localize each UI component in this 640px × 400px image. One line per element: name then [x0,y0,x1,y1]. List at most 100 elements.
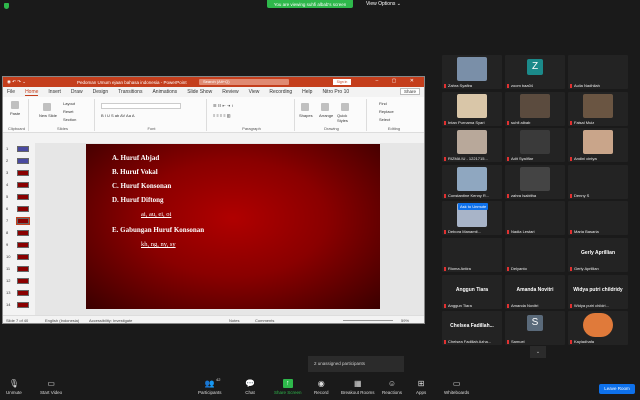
participant-tile[interactable]: Widya putri childridy Widya putri childri… [568,275,628,309]
quick-access-toolbar[interactable]: ◉ ↶ ↷ ⌄ [7,79,67,85]
share-button[interactable]: Share [399,88,420,95]
arrange-button[interactable] [321,103,329,112]
tab-recording[interactable]: Recording [269,89,292,95]
slide-thumbnail[interactable]: 1 [5,145,31,153]
participant-tile[interactable]: Faisal Muiz [568,92,628,126]
slide-thumbnail[interactable]: 13 [5,289,31,297]
tab-design[interactable]: Design [93,89,109,95]
chevron-down-icon[interactable]: ⌄ [530,346,546,358]
participant-tile[interactable]: Rioma Antira [442,238,502,272]
tab-insert[interactable]: Insert [48,89,61,95]
participant-tile[interactable]: Chelsea Fadillah... Chelsea Fadillah Azha… [442,311,502,345]
participant-tile[interactable]: Denny S [568,165,628,199]
participant-tile[interactable]: Anggun Tiara Anggun Tiara [442,275,502,309]
font-name-select[interactable] [101,103,181,109]
chat-button[interactable]: 💬 Chat [245,379,255,395]
unmute-button[interactable]: 🎙 Unmute [6,379,22,395]
participant-tile[interactable]: Zzoom baa04 [505,55,565,89]
participant-tile[interactable]: Maria Basaria [568,201,628,235]
thumb-preview [17,194,29,200]
tab-help[interactable]: Help [302,89,312,95]
tab-nitro[interactable]: Nitro Pro 10 [322,89,349,95]
encryption-shield-icon[interactable] [4,3,9,9]
paste-button[interactable] [11,101,19,110]
ppt-search-box[interactable]: Search (Alt+Q) [199,79,289,85]
tab-animations[interactable]: Animations [152,89,177,95]
select-button[interactable]: Select [379,117,390,122]
tab-transitions[interactable]: Transitions [118,89,142,95]
slide-thumbnail[interactable]: 14 [5,301,31,309]
slide-thumbnail[interactable]: 12 [5,277,31,285]
font-format-buttons[interactable]: B I U S ab AV Aa A [101,113,135,118]
participant-tile[interactable]: zahra Isabitha [505,165,565,199]
breakout-rooms-button[interactable]: ▦ Breakout Rooms [341,379,375,395]
slide-editor[interactable]: A. Huruf Abjad B. Huruf Vokal C. Huruf K… [35,143,424,315]
tab-home[interactable]: Home [25,89,39,96]
participant-tile[interactable]: Nadia Lestari [505,201,565,235]
participant-tile[interactable]: RIZMA IU - 1221715... [442,128,502,162]
slide-thumbnail[interactable]: 5 [5,193,31,201]
list-buttons[interactable]: ☰ ☷ ⇤ ⇥ ↕ [213,103,233,108]
share-screen-button[interactable]: ↑ Share Screen [274,379,302,395]
reset-button[interactable]: Reset [63,109,73,114]
ask-to-unmute-button[interactable]: Ask to Unmute [458,203,489,210]
accessibility-status[interactable]: Accessibility: Investigate [89,318,132,323]
slide-thumbnail[interactable]: 2 [5,157,31,165]
participant-tile[interactable]: Delyanto [505,238,565,272]
tab-slide-show[interactable]: Slide Show [187,89,212,95]
new-slide-button[interactable] [43,103,51,112]
slide-number: 1 [6,146,9,151]
leave-room-button[interactable]: Leave Room [599,384,635,394]
tab-review[interactable]: Review [222,89,238,95]
zoom-slider[interactable] [343,320,393,321]
start-video-button[interactable]: ▭ Start Video [40,379,62,395]
slide-number: 11 [6,266,11,271]
slide-thumbnail-selected[interactable]: 7 [5,217,31,225]
participant-tile[interactable]: Zahra Syafira [442,55,502,89]
participant-tile[interactable]: Aulia Nadhilah [568,55,628,89]
slide-thumbnail[interactable]: 3 [5,169,31,177]
whiteboards-button[interactable]: ▭ Whiteboards [444,379,469,395]
slide-thumbnail[interactable]: 9 [5,241,31,249]
participant-tile[interactable]: S Samuel [505,311,565,345]
comments-button[interactable]: Comments [255,318,274,323]
notes-button[interactable]: Notes [229,318,239,323]
tab-draw[interactable]: Draw [71,89,83,95]
thumb-preview [16,217,30,225]
participant-tile[interactable]: Adit Syalifiar [505,128,565,162]
current-slide[interactable]: A. Huruf Abjad B. Huruf Vokal C. Huruf K… [86,144,380,309]
signin-button[interactable]: Sign in [333,79,351,85]
tab-view[interactable]: View [249,89,260,95]
participant-tile[interactable]: Amanda Novitri Amanda Novitri [505,275,565,309]
slide-thumbnail[interactable]: 8 [5,229,31,237]
participant-tile[interactable]: Intan Purnama Syari [442,92,502,126]
unassigned-participants-notice[interactable]: 2 unassigned participants [308,356,404,372]
layout-button[interactable]: Layout [63,101,75,106]
unmute-label: Unmute [6,390,22,395]
participant-tile[interactable]: suhfi albab [505,92,565,126]
participant-tile[interactable]: Gerly Aprillian Gerly Aprillian [568,238,628,272]
tab-file[interactable]: File [7,89,15,95]
participant-tile[interactable]: Constantine Kenny R... [442,165,502,199]
find-button[interactable]: Find [379,101,387,106]
quick-styles-label: Quick Styles [337,113,348,123]
section-button[interactable]: Section [63,117,76,122]
align-buttons[interactable]: ≡ ≡ ≡ ≡ ▥ [213,113,231,118]
apps-button[interactable]: ⊞ Apps [416,379,426,395]
view-options-button[interactable]: View Options ⌄ [366,1,401,7]
language-status[interactable]: English (Indonesia) [45,318,79,323]
slide-thumbnail[interactable]: 11 [5,265,31,273]
shapes-button[interactable] [301,103,309,112]
quick-styles-button[interactable] [341,103,349,112]
slide-thumbnail[interactable]: 6 [5,205,31,213]
thumb-preview [17,146,29,152]
slide-thumbnail[interactable]: 4 [5,181,31,189]
reactions-button[interactable]: ☺ Reactions [382,379,402,395]
slide-thumbnail[interactable]: 10 [5,253,31,261]
slide-number: 2 [6,158,9,163]
record-button[interactable]: ◉ Record [314,379,329,395]
window-controls[interactable]: – ▢ ✕ [376,78,420,84]
participant-tile[interactable]: Andini cintya [568,128,628,162]
participant-tile[interactable]: Kayladhafa [568,311,628,345]
replace-button[interactable]: Replace [379,109,394,114]
